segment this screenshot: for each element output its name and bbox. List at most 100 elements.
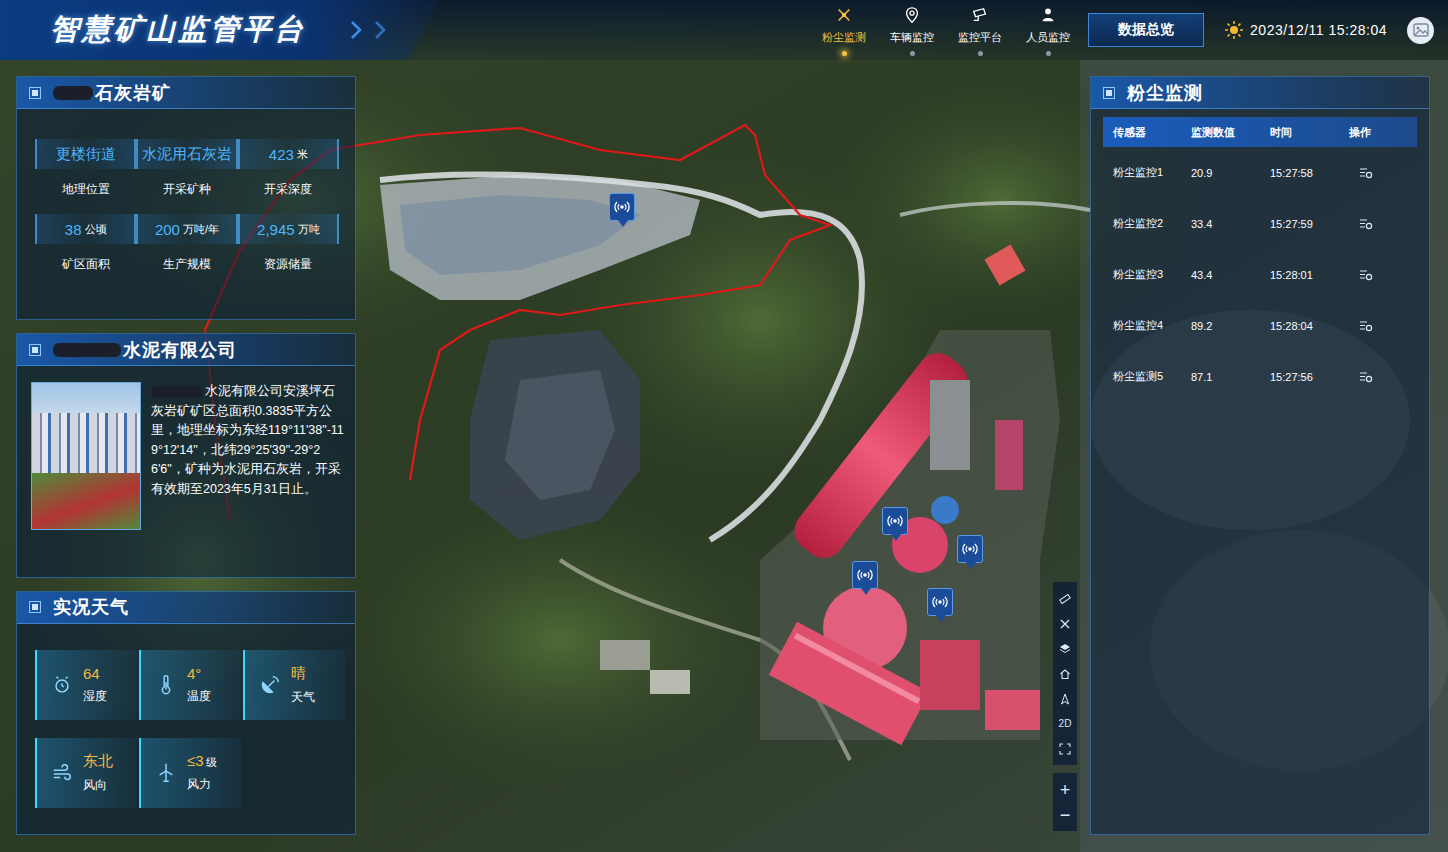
weather-value: 东北	[83, 752, 113, 771]
top-bar: 智慧矿山监管平台 粉尘监测 车辆监控 监控平台 人员监控 数据总览 2023/1…	[0, 0, 1448, 60]
signal-icon	[614, 199, 630, 215]
clear-tool[interactable]	[1053, 611, 1077, 636]
detail-icon[interactable]	[1359, 371, 1373, 383]
left-column: 石灰岩矿 更楼街道 地理位置水泥用石灰岩 开采矿种423 米 开采深度38 公顷…	[16, 76, 356, 835]
zoom-in-button[interactable]: +	[1053, 777, 1077, 802]
signal-icon	[932, 594, 948, 610]
thermometer-icon	[155, 674, 177, 696]
north-arrow-icon	[1059, 693, 1071, 705]
value-cell: 20.9	[1191, 167, 1270, 179]
panel-header: 石灰岩矿	[17, 77, 355, 109]
nav-indicator	[910, 51, 915, 56]
stat-value: 38	[65, 221, 82, 238]
table-row: 粉尘监控2 33.4 15:27:59	[1103, 198, 1417, 249]
fullscreen-tool[interactable]	[1053, 736, 1077, 761]
measure-tool[interactable]	[1053, 586, 1077, 611]
pin-pointer	[618, 220, 628, 227]
stat-unit: 米	[297, 147, 308, 162]
sensor-pin[interactable]	[882, 507, 908, 535]
panel-header: 粉尘监测	[1091, 77, 1429, 109]
terrain	[0, 0, 1448, 852]
weather-text: 4° 温度	[187, 665, 211, 705]
sensor-cell: 粉尘监控2	[1113, 216, 1191, 231]
pin-pointer	[861, 588, 871, 595]
detail-icon[interactable]	[1359, 167, 1373, 179]
table-row: 粉尘监测5 87.1 15:27:56	[1103, 351, 1417, 402]
compass-tool[interactable]	[1053, 686, 1077, 711]
map-toolbar: 2D + −	[1053, 582, 1077, 831]
pin-pointer	[966, 562, 976, 569]
nav-item[interactable]: 粉尘监测	[810, 4, 878, 56]
table-row: 粉尘监控4 89.2 15:28:04	[1103, 300, 1417, 351]
pin-pointer	[936, 615, 946, 622]
home-icon	[1059, 668, 1071, 680]
panel-title: 石灰岩矿	[95, 81, 171, 105]
value-cell: 33.4	[1191, 218, 1270, 230]
stat-item: 更楼街道 地理位置	[35, 139, 136, 198]
nav-item[interactable]: 人员监控	[1014, 4, 1082, 56]
fullscreen-icon	[1059, 743, 1071, 755]
stat-value-box: 更楼街道	[35, 139, 136, 169]
detail-icon[interactable]	[1359, 218, 1373, 230]
stat-value-box: 水泥用石灰岩	[136, 139, 237, 169]
sensor-pin[interactable]	[957, 535, 983, 563]
nav-label: 车辆监控	[890, 30, 934, 45]
nav-item[interactable]: 车辆监控	[878, 4, 946, 56]
time-cell: 15:27:58	[1270, 167, 1349, 179]
overview-button[interactable]: 数据总览	[1088, 13, 1204, 47]
stat-value-box: 200 万吨/年	[136, 214, 237, 244]
panel-title: 粉尘监测	[1127, 81, 1203, 105]
weather-value: 晴	[291, 664, 306, 683]
weather-text: ≤3 级 风力	[187, 752, 217, 793]
stat-item: 水泥用石灰岩 开采矿种	[136, 139, 237, 198]
mine-dashboard: 智慧矿山监管平台 粉尘监测 车辆监控 监控平台 人员监控 数据总览 2023/1…	[0, 0, 1448, 852]
layers-tool[interactable]	[1053, 636, 1077, 661]
value-cell: 89.2	[1191, 320, 1270, 332]
stat-value-box: 2,945 万吨	[238, 214, 339, 244]
company-description: 水泥有限公司安溪坪石灰岩矿矿区总面积0.3835平方公里，地理坐标为东经119°…	[151, 382, 345, 530]
mode-toggle[interactable]: 2D	[1053, 711, 1077, 736]
haul-road	[380, 175, 1090, 760]
home-tool[interactable]	[1053, 661, 1077, 686]
avatar-button[interactable]	[1407, 17, 1434, 44]
location-icon	[903, 6, 921, 24]
mine-info-panel: 石灰岩矿 更楼街道 地理位置水泥用石灰岩 开采矿种423 米 开采深度38 公顷…	[16, 76, 356, 320]
panel-header: 实况天气	[17, 592, 355, 624]
panel-header: 水泥有限公司	[17, 334, 355, 366]
tool-group: 2D	[1053, 582, 1077, 765]
weather-text: 64 湿度	[83, 665, 107, 705]
sensor-pin[interactable]	[927, 588, 953, 616]
weather-panel: 实况天气 64 湿度 4° 温度 晴 天气 东北 风向 ≤3 级 风力	[16, 591, 356, 835]
stat-item: 2,945 万吨 资源储量	[238, 214, 339, 273]
detail-icon[interactable]	[1359, 269, 1373, 281]
satellite-dish-icon	[259, 674, 281, 696]
person-icon	[1039, 6, 1057, 24]
panel-title: 水泥有限公司	[123, 338, 237, 362]
sensor-pin[interactable]	[852, 561, 878, 589]
redaction-mark	[53, 86, 93, 100]
stat-label: 生产规模	[163, 256, 211, 273]
mine-stats: 更楼街道 地理位置水泥用石灰岩 开采矿种423 米 开采深度38 公顷 矿区面积…	[17, 109, 355, 273]
ruler-icon	[1059, 593, 1071, 605]
weather-tile: 64 湿度	[35, 650, 137, 720]
weather-value: ≤3	[187, 752, 204, 769]
sensor-cell: 粉尘监测5	[1113, 369, 1191, 384]
stat-label: 矿区面积	[62, 256, 110, 273]
detail-icon[interactable]	[1359, 320, 1373, 332]
time-cell: 15:28:04	[1270, 320, 1349, 332]
zoom-out-button[interactable]: −	[1053, 802, 1077, 827]
square-icon	[29, 601, 41, 613]
stat-label: 地理位置	[62, 181, 110, 198]
action-cell	[1349, 371, 1417, 383]
nav-item[interactable]: 监控平台	[946, 4, 1014, 56]
stat-value-box: 38 公顷	[35, 214, 136, 244]
stat-value: 2,945	[257, 221, 295, 238]
brand-banner: 智慧矿山监管平台	[0, 0, 440, 60]
pin-pointer	[891, 534, 901, 541]
sensor-pin[interactable]	[609, 193, 635, 221]
stat-unit: 万吨	[298, 222, 320, 237]
stat-value: 200	[155, 221, 180, 238]
company-body: 水泥有限公司安溪坪石灰岩矿矿区总面积0.3835平方公里，地理坐标为东经119°…	[17, 366, 355, 530]
weather-value: 64	[83, 665, 100, 682]
main-nav: 粉尘监测 车辆监控 监控平台 人员监控	[810, 4, 1082, 56]
